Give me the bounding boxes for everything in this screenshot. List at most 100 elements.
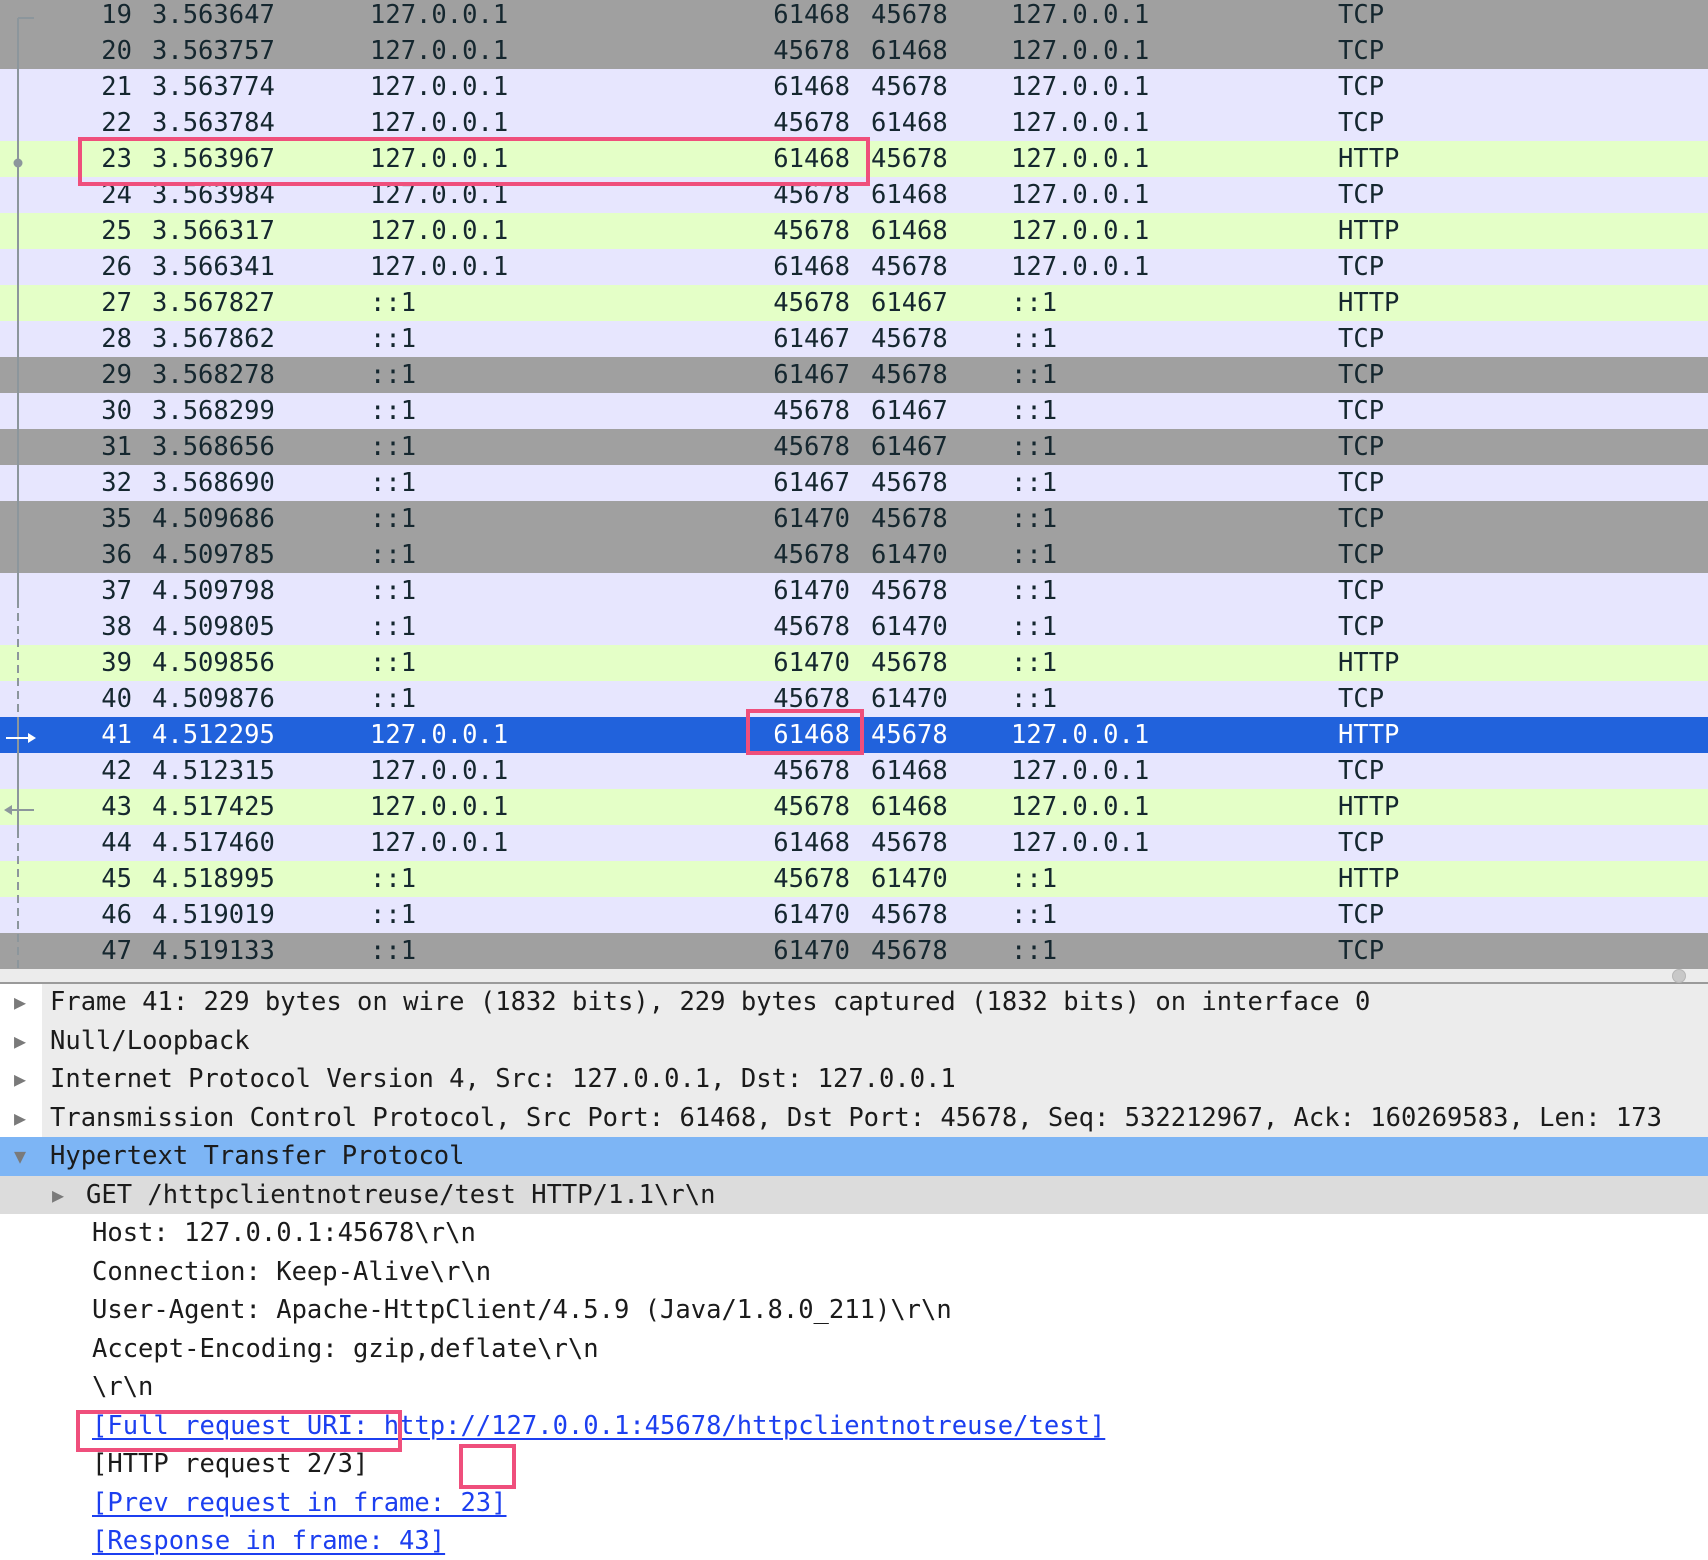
packet-protocol: TCP: [1338, 396, 1385, 426]
packet-number: 36: [101, 540, 132, 570]
packet-time: 3.568299: [152, 396, 275, 426]
packet-source: ::1: [370, 288, 417, 318]
packet-source: 127.0.0.1: [370, 828, 509, 858]
packet-row[interactable]: 42 4.512315 127.0.0.1 45678 61468 127.0.0.1 TC…: [0, 753, 1708, 789]
packet-time: 3.566341: [152, 252, 275, 282]
detail-tree-item[interactable]: Accept-Encoding: gzip,deflate\r\n: [0, 1330, 1708, 1369]
packet-number: 44: [101, 828, 132, 858]
packet-row[interactable]: 36 4.509785::1 45678 61470::1 TCP: [0, 537, 1708, 573]
packet-row[interactable]: 45 4.518995::1 45678 61470::1 HTTP: [0, 861, 1708, 897]
packet-src-port: 45678: [773, 288, 850, 318]
packet-row[interactable]: 30 3.568299::1 45678 61467::1 TCP: [0, 393, 1708, 429]
packet-destination: 127.0.0.1: [1011, 36, 1150, 66]
packet-time: 3.568690: [152, 468, 275, 498]
packet-source: ::1: [370, 936, 417, 966]
packet-row[interactable]: 32 3.568690::1 61467 45678::1 TCP: [0, 465, 1708, 501]
packet-row[interactable]: 39 4.509856::1 61470 45678::1 HTTP: [0, 645, 1708, 681]
packet-row[interactable]: 26 3.566341 127.0.0.1 61468 45678 127.0.0.1 TC…: [0, 249, 1708, 285]
detail-tree-item[interactable]: User-Agent: Apache-HttpClient/4.5.9 (Jav…: [0, 1291, 1708, 1330]
packet-list[interactable]: 19 3.563647 127.0.0.1 61468 45678 127.0.0.1 TC…: [0, 0, 1708, 969]
packet-number: 37: [101, 576, 132, 606]
packet-src-port: 45678: [773, 684, 850, 714]
packet-row[interactable]: 46 4.519019::1 61470 45678::1 TCP: [0, 897, 1708, 933]
detail-tree-item[interactable]: ▼ Hypertext Transfer Protocol: [0, 1137, 1708, 1176]
packet-protocol: HTTP: [1338, 864, 1400, 894]
packet-row[interactable]: 24 3.563984 127.0.0.1 45678 61468 127.0.0.1 TC…: [0, 177, 1708, 213]
packet-src-port: 45678: [773, 756, 850, 786]
detail-tree-item[interactable]: ▶ Transmission Control Protocol, Src Port…: [0, 1098, 1708, 1138]
packet-row[interactable]: 43 4.517425 127.0.0.1 45678 61468 127.0.0.1 HT…: [0, 789, 1708, 825]
packet-time: 3.563967: [152, 144, 275, 174]
packet-row[interactable]: 35 4.509686::1 61470 45678::1 TCP: [0, 501, 1708, 537]
packet-dst-port: 61468: [871, 36, 948, 66]
packet-number: 40: [101, 684, 132, 714]
packet-time: 4.509856: [152, 648, 275, 678]
packet-row[interactable]: 37 4.509798::1 61470 45678::1 TCP: [0, 573, 1708, 609]
packet-row[interactable]: 27 3.567827::1 45678 61467::1 HTTP: [0, 285, 1708, 321]
detail-link[interactable]: [Full request URI: http://127.0.0.1:4567…: [92, 1407, 1105, 1446]
packet-row[interactable]: 22 3.563784 127.0.0.1 45678 61468 127.0.0.1 TC…: [0, 105, 1708, 141]
packet-row[interactable]: 38 4.509805::1 45678 61470::1 TCP: [0, 609, 1708, 645]
packet-row[interactable]: 19 3.563647 127.0.0.1 61468 45678 127.0.0.1 TC…: [0, 0, 1708, 33]
packet-row-selected[interactable]: 41 4.512295 127.0.0.1 61468 45678 127.0.0.1 HT…: [0, 717, 1708, 753]
triangle-right-icon[interactable]: ▶: [14, 1099, 26, 1138]
packet-row[interactable]: 44 4.517460 127.0.0.1 61468 45678 127.0.0.1 TC…: [0, 825, 1708, 861]
packet-src-port: 45678: [773, 432, 850, 462]
packet-protocol: TCP: [1338, 252, 1385, 282]
packet-protocol: HTTP: [1338, 792, 1400, 822]
triangle-right-icon[interactable]: ▶: [14, 1060, 26, 1099]
triangle-right-icon[interactable]: ▶: [14, 1022, 26, 1061]
triangle-right-icon[interactable]: ▶: [14, 984, 26, 1022]
triangle-down-icon[interactable]: ▼: [14, 1137, 26, 1176]
triangle-right-icon[interactable]: ▶: [52, 1176, 64, 1215]
packet-destination: ::1: [1011, 360, 1058, 390]
packet-protocol: HTTP: [1338, 648, 1400, 678]
packet-row[interactable]: 31 3.568656::1 45678 61467::1 TCP: [0, 429, 1708, 465]
detail-link[interactable]: [Prev request in frame: 23]: [92, 1484, 507, 1523]
packet-protocol: TCP: [1338, 324, 1385, 354]
packet-number: 25: [101, 216, 132, 246]
splitter-handle[interactable]: [1672, 969, 1686, 983]
packet-row[interactable]: 23 3.563967 127.0.0.1 61468 45678 127.0.0.1 HT…: [0, 141, 1708, 177]
packet-src-port: 45678: [773, 180, 850, 210]
packet-dst-port: 61468: [871, 180, 948, 210]
packet-details-tree[interactable]: ▶ Frame 41: 229 bytes on wire (1832 bits)…: [0, 984, 1708, 1560]
detail-tree-item[interactable]: ▶ Frame 41: 229 bytes on wire (1832 bits)…: [0, 984, 1708, 1022]
detail-link-row[interactable]: [Response in frame: 43]: [0, 1522, 1708, 1560]
packet-src-port: 45678: [773, 36, 850, 66]
detail-tree-item[interactable]: ▶ Null/Loopback: [0, 1021, 1708, 1061]
packet-destination: ::1: [1011, 288, 1058, 318]
detail-text: Accept-Encoding: gzip,deflate\r\n: [92, 1333, 599, 1364]
detail-tree-item[interactable]: ▶ GET /httpclientnotreuse/test HTTP/1.1\r…: [0, 1175, 1708, 1215]
packet-row[interactable]: 20 3.563757 127.0.0.1 45678 61468 127.0.0.1 TC…: [0, 33, 1708, 69]
packet-destination: ::1: [1011, 396, 1058, 426]
packet-src-port: 61470: [773, 648, 850, 678]
packet-row[interactable]: 28 3.567862::1 61467 45678::1 TCP: [0, 321, 1708, 357]
packet-source: ::1: [370, 864, 417, 894]
detail-tree-item[interactable]: ▶ Internet Protocol Version 4, Src: 127.0…: [0, 1060, 1708, 1099]
packet-number: 24: [101, 180, 132, 210]
packet-source: 127.0.0.1: [370, 792, 509, 822]
packet-number: 20: [101, 36, 132, 66]
detail-link[interactable]: [Response in frame: 43]: [92, 1522, 445, 1560]
packet-row[interactable]: 47 4.519133::1 61470 45678::1 TCP: [0, 933, 1708, 969]
detail-tree-item[interactable]: Host: 127.0.0.1:45678\r\n: [0, 1214, 1708, 1253]
pane-splitter[interactable]: [0, 969, 1708, 984]
detail-link-row[interactable]: [Full request URI: http://127.0.0.1:4567…: [0, 1407, 1708, 1446]
packet-source: ::1: [370, 540, 417, 570]
packet-row[interactable]: 40 4.509876::1 45678 61470::1 TCP: [0, 681, 1708, 717]
packet-number: 27: [101, 288, 132, 318]
detail-link-row[interactable]: [Prev request in frame: 23]: [0, 1484, 1708, 1523]
detail-text: Transmission Control Protocol, Src Port:…: [50, 1102, 1662, 1133]
packet-source: 127.0.0.1: [370, 72, 509, 102]
packet-row[interactable]: 25 3.566317 127.0.0.1 45678 61468 127.0.0.1 HT…: [0, 213, 1708, 249]
packet-number: 35: [101, 504, 132, 534]
packet-row[interactable]: 29 3.568278::1 61467 45678::1 TCP: [0, 357, 1708, 393]
detail-tree-item[interactable]: \r\n: [0, 1368, 1708, 1407]
detail-tree-item[interactable]: Connection: Keep-Alive\r\n: [0, 1253, 1708, 1292]
packet-protocol: TCP: [1338, 612, 1385, 642]
detail-tree-item[interactable]: [HTTP request 2/3]: [0, 1445, 1708, 1484]
packet-destination: 127.0.0.1: [1011, 108, 1150, 138]
packet-row[interactable]: 21 3.563774 127.0.0.1 61468 45678 127.0.0.1 TC…: [0, 69, 1708, 105]
packet-dst-port: 61468: [871, 792, 948, 822]
